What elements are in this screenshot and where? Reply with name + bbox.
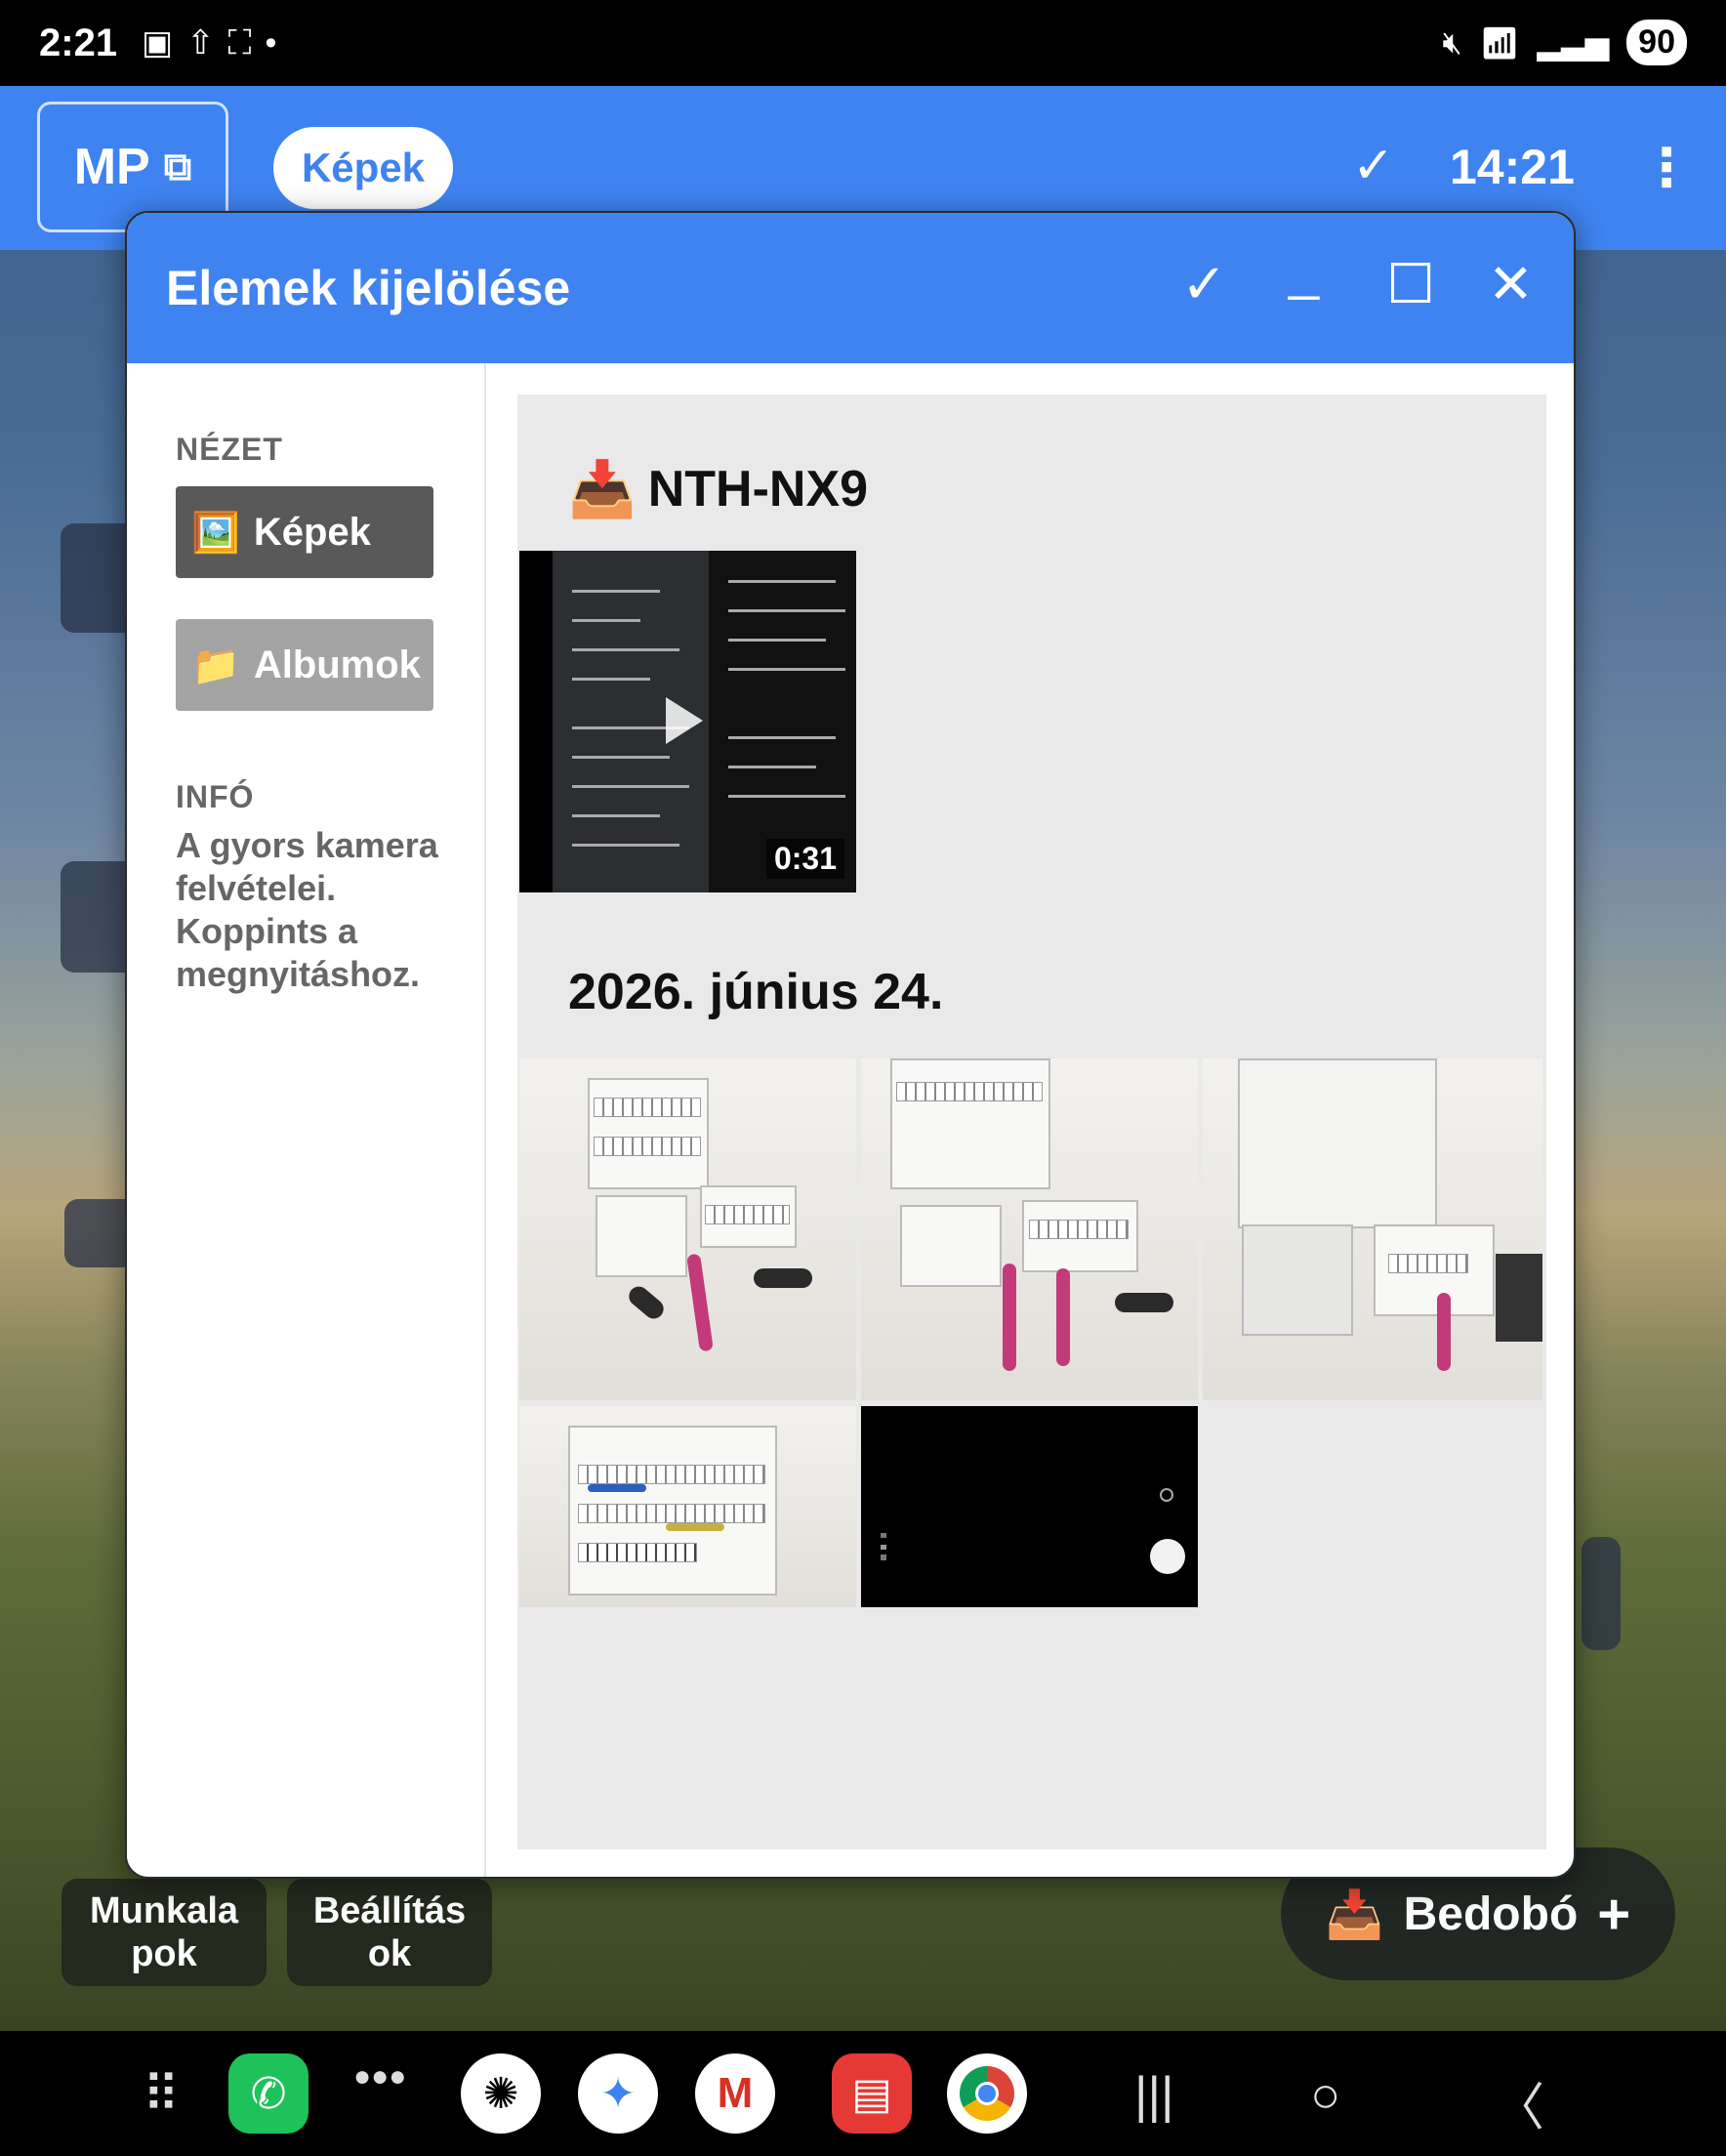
- dialog-sidebar: NÉZET 🖼️ Képek 📁 Albumok INFÓ A gyors ka…: [127, 363, 486, 1877]
- gmail-icon[interactable]: M: [695, 2053, 775, 2134]
- messenger-cluster-icon[interactable]: ●●●: [353, 2060, 406, 2094]
- view-button-label: Albumok: [253, 643, 421, 686]
- chrome-icon[interactable]: [947, 2053, 1027, 2134]
- view-button-albumok[interactable]: 📁 Albumok: [176, 619, 433, 711]
- video-duration: 0:31: [765, 839, 844, 879]
- image-icon: 🖼️: [191, 511, 240, 555]
- launcher-button-munkalapok[interactable]: Munkala pok: [62, 1879, 267, 1986]
- view-button-label: Képek: [253, 510, 371, 554]
- mute-icon: 🔇︎: [1442, 23, 1462, 60]
- photo-thumbnail[interactable]: [519, 1058, 856, 1400]
- more-vert-icon[interactable]: ⋮: [1640, 137, 1693, 198]
- info-text: A gyors kamera felvételei. Koppints a me…: [176, 825, 438, 994]
- plus-icon: +: [1597, 1882, 1631, 1946]
- status-time: 2:21: [39, 21, 118, 64]
- window-edit-icon: ⧉: [163, 145, 192, 188]
- signal-icon: ▂▃▅: [1537, 24, 1610, 61]
- photo-thumbnail[interactable]: [1203, 1058, 1542, 1400]
- app-clock: 14:21: [1450, 140, 1575, 194]
- chatgpt-icon[interactable]: ✺: [461, 2053, 541, 2134]
- back-icon[interactable]: 〈: [1494, 2066, 1544, 2139]
- status-left-icons: ▣⇧⛶•: [142, 23, 290, 62]
- apps-grid-icon[interactable]: ⠿: [143, 2066, 180, 2125]
- play-icon: [666, 697, 703, 744]
- dialog-title: Elemek kijelölése: [166, 261, 571, 315]
- info-heading: INFÓ: [176, 779, 255, 814]
- folder-icon: 📁: [191, 643, 240, 687]
- bedobo-label: Bedobó: [1403, 1887, 1579, 1940]
- check-icon[interactable]: ✓: [1352, 137, 1395, 195]
- inbox-icon: 📥: [568, 458, 637, 519]
- status-right-icons: 🔇︎ 📶︎ ▂▃▅ 90: [1443, 20, 1687, 65]
- dot-icon: •: [265, 24, 291, 62]
- bg-fragment: [1582, 1537, 1621, 1650]
- gemini-icon[interactable]: ✦: [578, 2053, 658, 2134]
- minimize-icon[interactable]: _: [1289, 238, 1319, 302]
- notes-icon[interactable]: ▤: [832, 2053, 912, 2134]
- dialog-header: Elemek kijelölése ✓ _ ☐ ✕: [127, 213, 1574, 363]
- confirm-check-icon[interactable]: ✓: [1181, 252, 1227, 316]
- view-button-kepek[interactable]: 🖼️ Képek: [176, 486, 433, 578]
- video-thumbnail[interactable]: 0:31: [519, 551, 856, 892]
- section-title-text: NTH-NX9: [647, 461, 869, 518]
- launcher-button-beallitasok[interactable]: Beállítás ok: [287, 1879, 492, 1986]
- home-icon[interactable]: ○: [1310, 2066, 1340, 2125]
- select-items-dialog: Elemek kijelölése ✓ _ ☐ ✕ NÉZET 🖼️ Képek…: [125, 211, 1576, 1879]
- screenshot-icon: ⛶: [227, 24, 266, 62]
- phone-icon[interactable]: ✆: [228, 2053, 308, 2134]
- battery-indicator: 90: [1626, 20, 1687, 65]
- view-heading: NÉZET: [176, 432, 283, 467]
- sim-icon: ▣: [142, 24, 187, 62]
- section-title: 2026. június 24.: [568, 963, 943, 1021]
- photo-thumbnail[interactable]: [861, 1406, 1198, 1607]
- section-title: 📥 NTH-NX9: [568, 457, 868, 521]
- section-title-text: 2026. június 24.: [568, 964, 944, 1020]
- status-bar: 2:21 ▣⇧⛶• 🔇︎ 📶︎ ▂▃▅ 90: [0, 0, 1726, 86]
- photo-thumbnail[interactable]: [519, 1406, 856, 1607]
- recents-icon[interactable]: |||: [1134, 2066, 1174, 2125]
- maximize-icon[interactable]: ☐: [1386, 252, 1435, 316]
- mp-label: MP: [73, 139, 150, 195]
- close-icon[interactable]: ✕: [1488, 252, 1534, 316]
- media-grid: 📥 NTH-NX9 0:31 2026. június 24.: [517, 394, 1546, 1849]
- upload-icon: ⇧: [186, 24, 228, 62]
- inbox-icon: 📥: [1325, 1888, 1384, 1941]
- wifi-icon: 📶︎: [1479, 24, 1520, 61]
- photo-thumbnail[interactable]: [861, 1058, 1198, 1400]
- kepek-chip[interactable]: Képek: [273, 127, 453, 209]
